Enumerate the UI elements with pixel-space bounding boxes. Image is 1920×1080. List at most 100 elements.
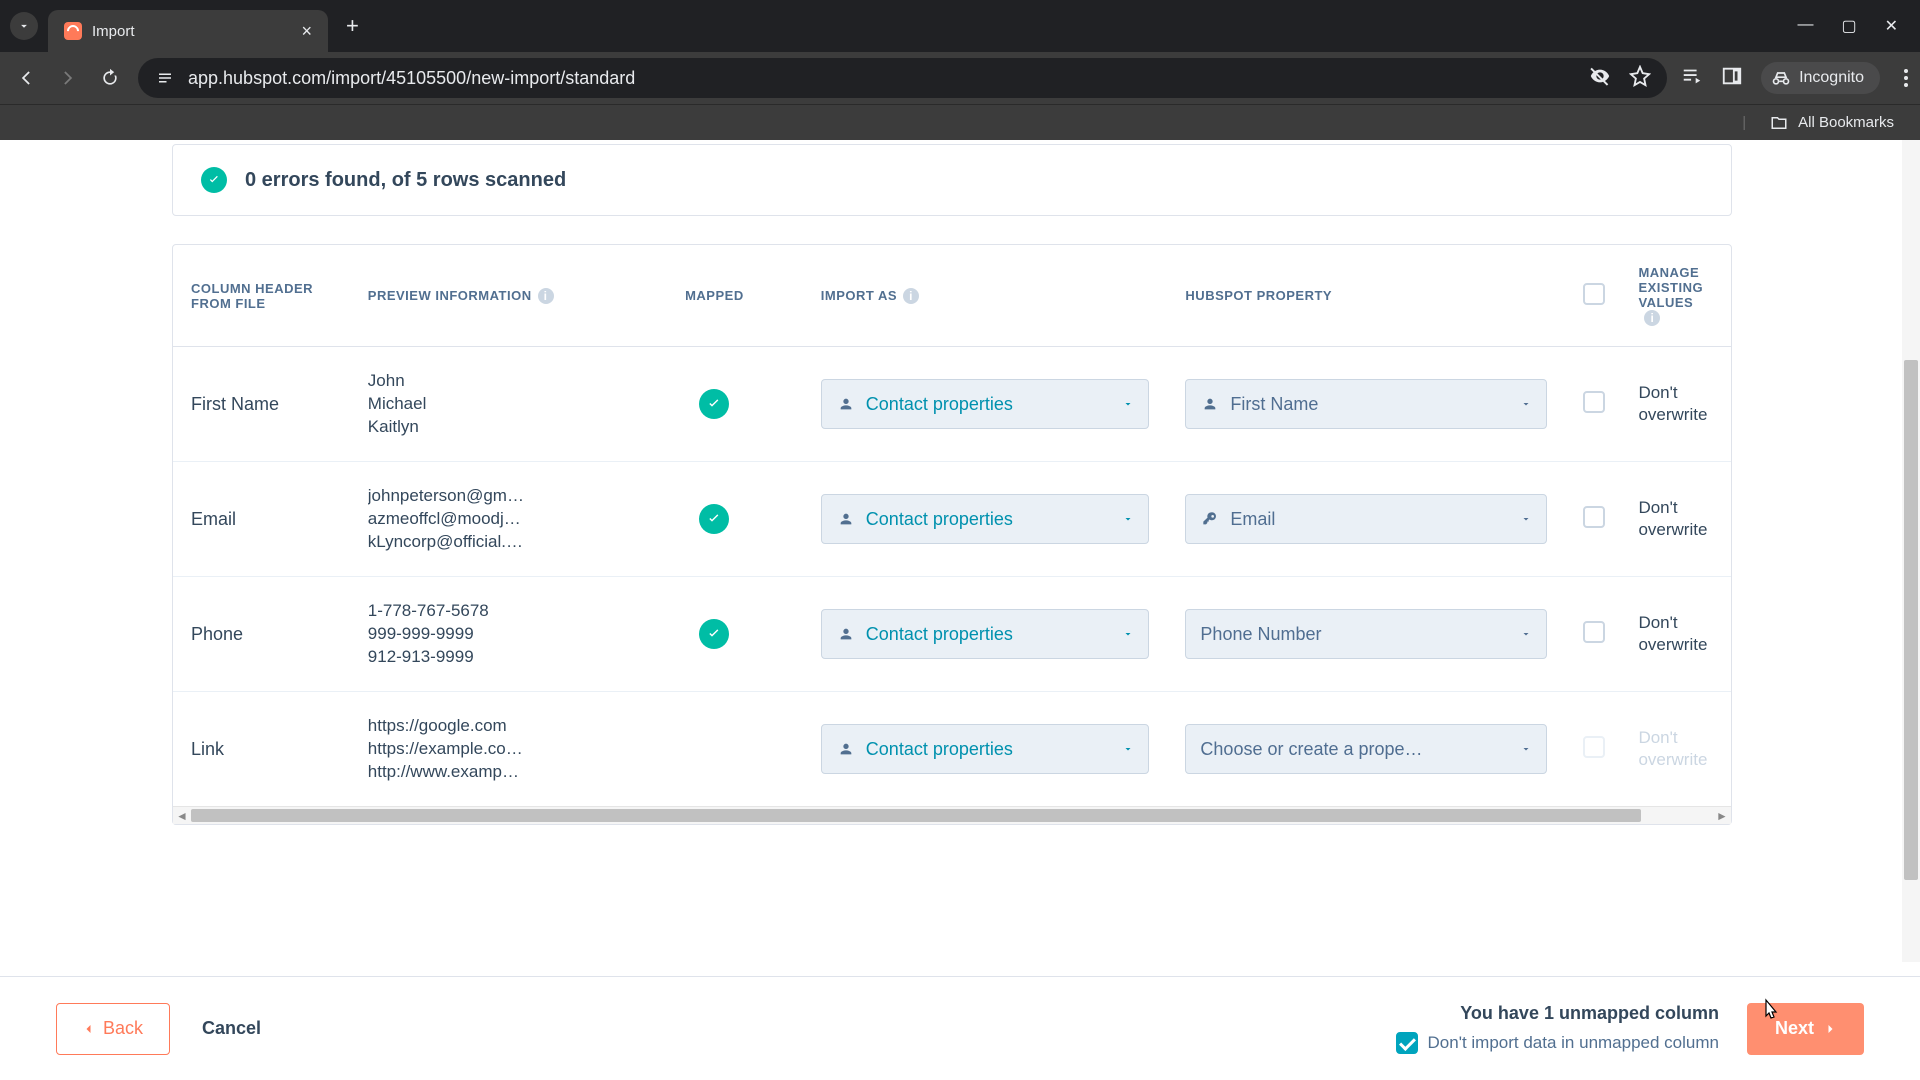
- incognito-indicator[interactable]: Incognito: [1761, 62, 1880, 94]
- incognito-label: Incognito: [1799, 69, 1864, 87]
- nav-reload-button[interactable]: [96, 64, 124, 92]
- column-header-cell: First Name: [173, 347, 350, 462]
- overwrite-checkbox[interactable]: [1583, 621, 1605, 643]
- overwrite-label-cell: Don't overwrite: [1620, 347, 1731, 462]
- overwrite-checkbox-cell: [1565, 577, 1620, 692]
- property-cell: First Name: [1167, 347, 1565, 462]
- back-button-label: Back: [103, 1018, 143, 1039]
- bookmark-star-icon[interactable]: [1629, 65, 1651, 92]
- window-minimize-button[interactable]: ―: [1797, 16, 1813, 36]
- th-manage-existing: MANAGE EXISTING VALUESi: [1620, 245, 1731, 347]
- nav-forward-button[interactable]: [54, 64, 82, 92]
- property-label: Email: [1230, 509, 1510, 530]
- all-bookmarks-button[interactable]: All Bookmarks: [1798, 114, 1894, 131]
- tab-title: Import: [92, 23, 291, 40]
- import-as-dropdown[interactable]: Contact properties: [821, 609, 1150, 659]
- overwrite-checkbox-cell: [1565, 692, 1620, 807]
- th-preview: PREVIEW INFORMATIONi: [350, 245, 626, 347]
- vertical-scrollbar[interactable]: [1902, 140, 1920, 962]
- overwrite-label-cell: Don't overwrite: [1620, 692, 1731, 807]
- visibility-off-icon[interactable]: [1589, 65, 1611, 92]
- cursor-pointer-icon: [1758, 998, 1782, 1026]
- preview-cell: JohnMichaelKaitlyn: [350, 347, 626, 462]
- tab-close-button[interactable]: ×: [301, 21, 312, 42]
- mapping-table: COLUMN HEADER FROM FILE PREVIEW INFORMAT…: [172, 244, 1732, 825]
- window-maximize-button[interactable]: ▢: [1841, 16, 1856, 36]
- chevron-down-icon: [1122, 394, 1134, 415]
- browser-tab[interactable]: Import ×: [48, 10, 328, 52]
- cancel-button[interactable]: Cancel: [202, 1018, 261, 1039]
- side-panel-icon[interactable]: [1721, 65, 1743, 92]
- scan-status-text: 0 errors found, of 5 rows scanned: [245, 169, 566, 192]
- back-button[interactable]: Back: [56, 1003, 170, 1055]
- overwrite-checkbox: [1583, 736, 1605, 758]
- property-label: First Name: [1230, 394, 1510, 415]
- info-icon[interactable]: i: [1644, 310, 1660, 326]
- address-bar[interactable]: app.hubspot.com/import/45105500/new-impo…: [138, 58, 1667, 98]
- dont-import-unmapped-checkbox[interactable]: [1396, 1032, 1418, 1054]
- browser-tab-strip: Import × + ― ▢ ✕: [0, 0, 1920, 52]
- import-as-label: Contact properties: [866, 624, 1113, 645]
- check-circle-icon: [699, 619, 729, 649]
- table-row: Emailjohnpeterson@gm…azmeoffcl@moodj…kLy…: [173, 462, 1731, 577]
- hubspot-property-dropdown[interactable]: Email: [1185, 494, 1547, 544]
- new-tab-button[interactable]: +: [346, 13, 359, 39]
- import-as-dropdown[interactable]: Contact properties: [821, 494, 1150, 544]
- column-header-cell: Email: [173, 462, 350, 577]
- property-cell: Phone Number: [1167, 577, 1565, 692]
- key-icon: [1200, 511, 1220, 527]
- tab-search-button[interactable]: [10, 12, 38, 40]
- person-icon: [836, 626, 856, 642]
- import-as-dropdown[interactable]: Contact properties: [821, 724, 1150, 774]
- preview-cell: johnpeterson@gm…azmeoffcl@moodj…kLyncorp…: [350, 462, 626, 577]
- folder-icon: [1770, 114, 1788, 132]
- overwrite-checkbox[interactable]: [1583, 506, 1605, 528]
- overwrite-label-cell: Don't overwrite: [1620, 577, 1731, 692]
- mapped-cell: [626, 347, 803, 462]
- hubspot-property-dropdown[interactable]: Phone Number: [1185, 609, 1547, 659]
- property-cell: Email: [1167, 462, 1565, 577]
- hubspot-property-dropdown[interactable]: Choose or create a prope…: [1185, 724, 1547, 774]
- chevron-down-icon: [1122, 739, 1134, 760]
- hubspot-favicon-icon: [64, 22, 82, 40]
- check-circle-icon: [699, 389, 729, 419]
- person-icon: [836, 511, 856, 527]
- import-as-cell: Contact properties: [803, 347, 1168, 462]
- media-control-icon[interactable]: [1681, 65, 1703, 92]
- person-icon: [836, 741, 856, 757]
- mapped-cell: [626, 462, 803, 577]
- import-as-label: Contact properties: [866, 394, 1113, 415]
- chevron-down-icon: [1520, 509, 1532, 530]
- window-close-button[interactable]: ✕: [1885, 16, 1898, 36]
- nav-back-button[interactable]: [12, 64, 40, 92]
- info-icon[interactable]: i: [903, 288, 919, 304]
- browser-toolbar: app.hubspot.com/import/45105500/new-impo…: [0, 52, 1920, 104]
- scan-status-banner: 0 errors found, of 5 rows scanned: [172, 144, 1732, 216]
- horizontal-scrollbar[interactable]: ◄ ►: [173, 806, 1731, 824]
- import-as-dropdown[interactable]: Contact properties: [821, 379, 1150, 429]
- th-select-all: [1565, 245, 1620, 347]
- property-label: Phone Number: [1200, 624, 1510, 645]
- dont-import-unmapped-label: Don't import data in unmapped column: [1428, 1033, 1719, 1053]
- preview-cell: https://google.comhttps://example.co…htt…: [350, 692, 626, 807]
- overwrite-checkbox[interactable]: [1583, 391, 1605, 413]
- bookmarks-bar: | All Bookmarks: [0, 104, 1920, 140]
- hubspot-property-dropdown[interactable]: First Name: [1185, 379, 1547, 429]
- url-text: app.hubspot.com/import/45105500/new-impo…: [188, 68, 635, 89]
- check-circle-icon: [699, 504, 729, 534]
- site-info-icon[interactable]: [154, 67, 176, 89]
- select-all-checkbox[interactable]: [1583, 283, 1605, 305]
- person-icon: [836, 396, 856, 412]
- info-icon[interactable]: i: [538, 288, 554, 304]
- mapped-cell: [626, 692, 803, 807]
- th-mapped: MAPPED: [626, 245, 803, 347]
- person-icon: [1200, 396, 1220, 412]
- column-header-cell: Phone: [173, 577, 350, 692]
- import-as-label: Contact properties: [866, 739, 1113, 760]
- column-header-cell: Link: [173, 692, 350, 807]
- browser-menu-button[interactable]: [1904, 69, 1908, 87]
- table-row: Linkhttps://google.comhttps://example.co…: [173, 692, 1731, 807]
- property-cell: Choose or create a prope…: [1167, 692, 1565, 807]
- chevron-down-icon: [1520, 739, 1532, 760]
- chevron-down-icon: [1122, 509, 1134, 530]
